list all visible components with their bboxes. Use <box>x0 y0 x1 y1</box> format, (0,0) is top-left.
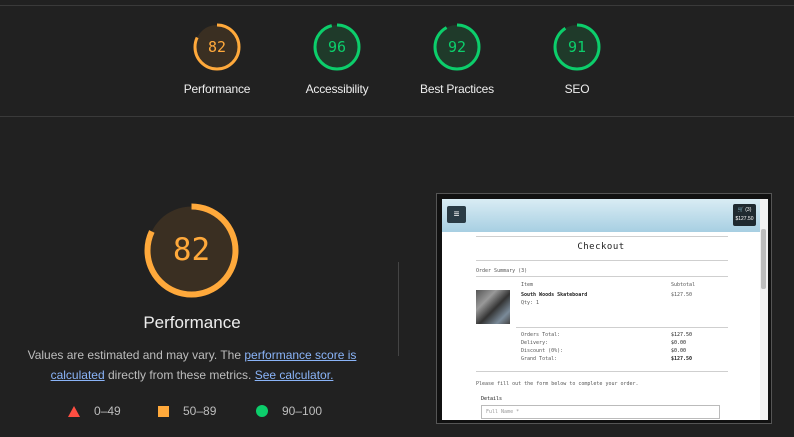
gauge-score: 92 <box>447 38 467 56</box>
cart-count: 🛒 (3) <box>737 207 752 213</box>
legend-pass: 90–100 <box>256 404 322 418</box>
form-hint: Please fill out the form below to comple… <box>476 381 639 387</box>
square-icon <box>158 405 169 417</box>
performance-score-large: 82 <box>172 232 211 268</box>
final-screenshot-thumbnail[interactable]: ≡ 🛒 (3) $127.50 Checkout Order Summary (… <box>436 193 772 424</box>
thumbnail-scrollbar <box>760 199 768 420</box>
discount-label: Discount (0%): <box>521 348 564 354</box>
details-label: Details <box>481 396 503 402</box>
grand-total-label: Grand Total: <box>521 356 558 362</box>
gauge-label: Accessibility <box>305 82 369 96</box>
checkout-heading: Checkout <box>577 242 625 252</box>
gauge-score: 82 <box>207 38 227 56</box>
top-border <box>0 5 794 6</box>
rule-summary <box>476 276 728 277</box>
grand-total-value: $127.50 <box>671 356 693 362</box>
see-calculator-link[interactable]: See calculator. <box>255 368 334 382</box>
performance-gauge-large: 82 <box>143 202 240 299</box>
gauge-score: 91 <box>567 38 587 56</box>
rule-heading <box>476 260 728 261</box>
gauge-ring: 96 <box>312 22 362 72</box>
rule-totals <box>516 327 728 328</box>
column-item: Item <box>521 282 534 288</box>
order-summary-label: Order Summary (3) <box>476 268 528 274</box>
category-gauge-performance[interactable]: 82 Performance <box>162 22 272 96</box>
cart-badge: 🛒 (3) $127.50 <box>733 204 756 226</box>
product-name: South Woods Skateboard <box>521 292 588 298</box>
legend-fail-range: 0–49 <box>94 404 121 418</box>
column-subtotal: Subtotal <box>671 282 696 288</box>
rule-top <box>476 236 728 237</box>
performance-title: Performance <box>143 313 241 332</box>
cart-total: $127.50 <box>735 216 754 222</box>
triangle-icon <box>68 405 80 417</box>
gauge-ring: 91 <box>552 22 602 72</box>
orders-total-label: Orders Total: <box>521 332 561 338</box>
gauge-label: SEO <box>564 82 590 96</box>
product-price: $127.50 <box>671 292 693 298</box>
category-gauge-seo[interactable]: 91 SEO <box>522 22 632 96</box>
gauge-score: 96 <box>327 38 347 56</box>
rule-form <box>476 371 728 372</box>
product-qty: Qty: 1 <box>521 300 540 306</box>
orders-total-value: $127.50 <box>671 332 693 338</box>
category-gauge-best-practices[interactable]: 92 Best Practices <box>402 22 512 96</box>
description-prefix: Values are estimated and may vary. The <box>27 348 245 362</box>
legend-average: 50–89 <box>158 404 216 418</box>
delivery-value: $0.00 <box>671 340 687 346</box>
legend-pass-range: 90–100 <box>282 404 323 418</box>
legend-average-range: 50–89 <box>183 404 217 418</box>
gauge-label: Performance <box>183 82 251 96</box>
circle-icon <box>256 405 268 417</box>
category-gauge-accessibility[interactable]: 96 Accessibility <box>282 22 392 96</box>
hamburger-icon: ≡ <box>447 206 466 223</box>
delivery-label: Delivery: <box>521 340 549 346</box>
vertical-divider <box>398 262 399 356</box>
thumbnail-header <box>442 199 760 232</box>
gauge-ring: 82 <box>192 22 242 72</box>
performance-description: Values are estimated and may vary. The p… <box>22 345 362 385</box>
product-image <box>476 290 510 324</box>
section-divider <box>0 116 794 117</box>
screenshot-page: ≡ 🛒 (3) $127.50 Checkout Order Summary (… <box>442 199 768 420</box>
description-middle: directly from these metrics. <box>104 368 255 382</box>
gauge-ring: 92 <box>432 22 482 72</box>
full-name-field: Full Name * <box>481 405 720 419</box>
legend-fail: 0–49 <box>68 404 121 418</box>
gauge-label: Best Practices <box>420 82 494 96</box>
discount-value: $0.00 <box>671 348 687 354</box>
